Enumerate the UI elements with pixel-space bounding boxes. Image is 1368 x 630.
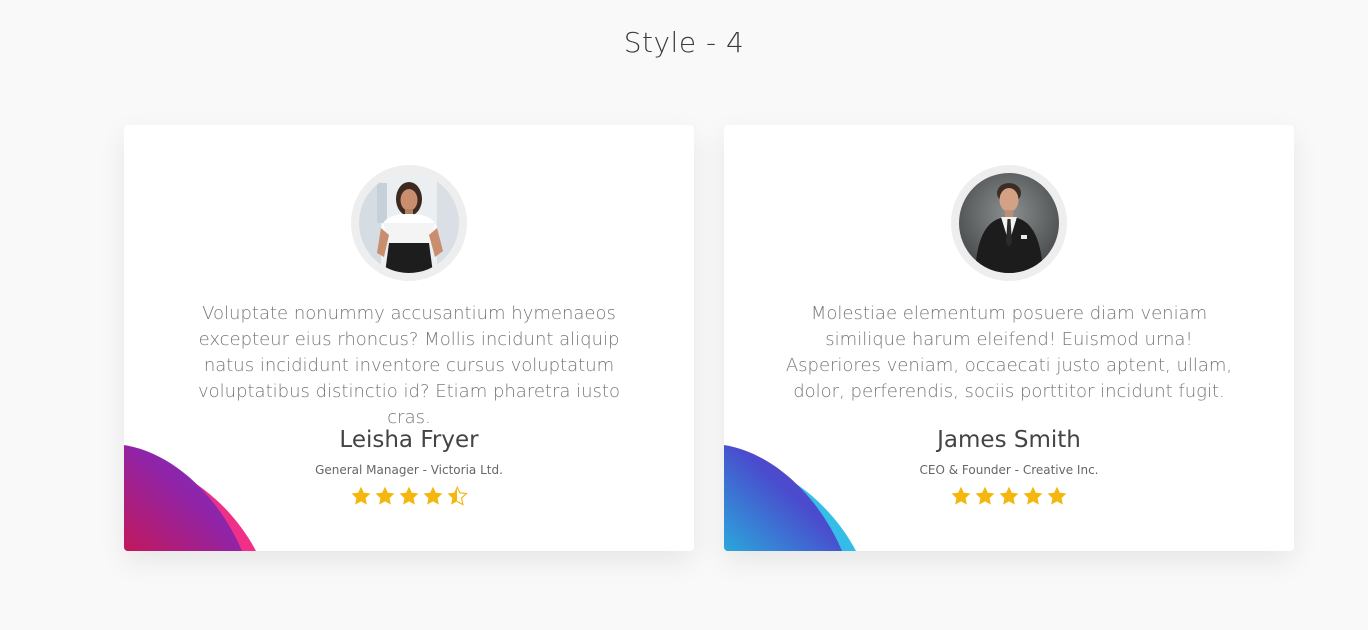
page-title: Style - 4 bbox=[623, 26, 745, 59]
man-portrait-icon bbox=[959, 173, 1059, 273]
testimonial-quote: Voluptate nonummy accusantium hymenaeos … bbox=[198, 303, 620, 428]
star-icon bbox=[974, 485, 996, 507]
star-icon bbox=[398, 485, 420, 507]
testimonial-card: Molestiae elementum posuere diam veniam … bbox=[724, 125, 1294, 551]
woman-portrait-icon bbox=[359, 173, 459, 273]
avatar-ring bbox=[951, 165, 1067, 281]
testimonial-name: James Smith bbox=[937, 427, 1081, 453]
avatar bbox=[959, 173, 1059, 273]
star-icon bbox=[998, 485, 1020, 507]
testimonial-role: General Manager - Victoria Ltd. bbox=[315, 463, 503, 477]
testimonial-role: CEO & Founder - Creative Inc. bbox=[919, 463, 1099, 477]
testimonial-quote: Molestiae elementum posuere diam veniam … bbox=[785, 303, 1233, 402]
star-rating bbox=[124, 485, 694, 507]
star-icon bbox=[1022, 485, 1044, 507]
star-icon bbox=[950, 485, 972, 507]
half-star-icon bbox=[446, 485, 468, 507]
avatar bbox=[359, 173, 459, 273]
star-rating bbox=[724, 485, 1294, 507]
testimonial-card: Voluptate nonummy accusantium hymenaeos … bbox=[124, 125, 694, 551]
star-icon bbox=[422, 485, 444, 507]
testimonial-name: Leisha Fryer bbox=[339, 427, 479, 453]
star-icon bbox=[350, 485, 372, 507]
star-icon bbox=[374, 485, 396, 507]
avatar-ring bbox=[351, 165, 467, 281]
star-icon bbox=[1046, 485, 1068, 507]
